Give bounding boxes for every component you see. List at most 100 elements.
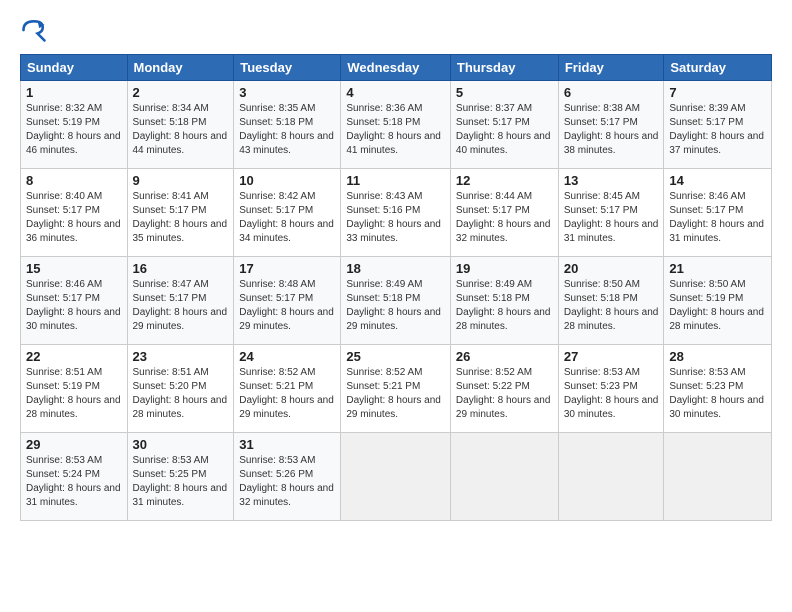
- calendar-cell: 11 Sunrise: 8:43 AMSunset: 5:16 PMDaylig…: [341, 169, 451, 257]
- day-number: 9: [133, 173, 229, 188]
- day-detail: Sunrise: 8:36 AMSunset: 5:18 PMDaylight:…: [346, 103, 441, 156]
- day-number: 21: [669, 261, 766, 276]
- day-number: 20: [564, 261, 659, 276]
- day-detail: Sunrise: 8:52 AMSunset: 5:21 PMDaylight:…: [346, 367, 441, 420]
- calendar-header-row: SundayMondayTuesdayWednesdayThursdayFrid…: [21, 55, 772, 81]
- day-detail: Sunrise: 8:53 AMSunset: 5:26 PMDaylight:…: [239, 455, 334, 508]
- calendar-cell: 16 Sunrise: 8:47 AMSunset: 5:17 PMDaylig…: [127, 257, 234, 345]
- day-number: 18: [346, 261, 445, 276]
- logo: [20, 16, 52, 44]
- day-detail: Sunrise: 8:51 AMSunset: 5:20 PMDaylight:…: [133, 367, 228, 420]
- calendar-cell: 7 Sunrise: 8:39 AMSunset: 5:17 PMDayligh…: [664, 81, 772, 169]
- day-detail: Sunrise: 8:44 AMSunset: 5:17 PMDaylight:…: [456, 191, 551, 244]
- calendar-cell: 15 Sunrise: 8:46 AMSunset: 5:17 PMDaylig…: [21, 257, 128, 345]
- calendar-cell: 10 Sunrise: 8:42 AMSunset: 5:17 PMDaylig…: [234, 169, 341, 257]
- header: [20, 16, 772, 44]
- calendar-header-thursday: Thursday: [450, 55, 558, 81]
- day-detail: Sunrise: 8:52 AMSunset: 5:21 PMDaylight:…: [239, 367, 334, 420]
- calendar-header-monday: Monday: [127, 55, 234, 81]
- calendar-week-4: 22 Sunrise: 8:51 AMSunset: 5:19 PMDaylig…: [21, 345, 772, 433]
- calendar-week-5: 29 Sunrise: 8:53 AMSunset: 5:24 PMDaylig…: [21, 433, 772, 521]
- calendar-header-friday: Friday: [558, 55, 664, 81]
- day-number: 22: [26, 349, 122, 364]
- calendar-cell: 25 Sunrise: 8:52 AMSunset: 5:21 PMDaylig…: [341, 345, 451, 433]
- day-detail: Sunrise: 8:42 AMSunset: 5:17 PMDaylight:…: [239, 191, 334, 244]
- day-number: 10: [239, 173, 335, 188]
- calendar-cell: 12 Sunrise: 8:44 AMSunset: 5:17 PMDaylig…: [450, 169, 558, 257]
- day-number: 25: [346, 349, 445, 364]
- calendar-cell: 20 Sunrise: 8:50 AMSunset: 5:18 PMDaylig…: [558, 257, 664, 345]
- calendar-cell: [341, 433, 451, 521]
- day-detail: Sunrise: 8:40 AMSunset: 5:17 PMDaylight:…: [26, 191, 121, 244]
- calendar-cell: 18 Sunrise: 8:49 AMSunset: 5:18 PMDaylig…: [341, 257, 451, 345]
- calendar-cell: 3 Sunrise: 8:35 AMSunset: 5:18 PMDayligh…: [234, 81, 341, 169]
- day-number: 15: [26, 261, 122, 276]
- day-detail: Sunrise: 8:53 AMSunset: 5:24 PMDaylight:…: [26, 455, 121, 508]
- calendar-cell: 5 Sunrise: 8:37 AMSunset: 5:17 PMDayligh…: [450, 81, 558, 169]
- day-detail: Sunrise: 8:53 AMSunset: 5:25 PMDaylight:…: [133, 455, 228, 508]
- day-number: 2: [133, 85, 229, 100]
- calendar-cell: 1 Sunrise: 8:32 AMSunset: 5:19 PMDayligh…: [21, 81, 128, 169]
- calendar-cell: [664, 433, 772, 521]
- calendar-cell: 31 Sunrise: 8:53 AMSunset: 5:26 PMDaylig…: [234, 433, 341, 521]
- calendar-week-1: 1 Sunrise: 8:32 AMSunset: 5:19 PMDayligh…: [21, 81, 772, 169]
- calendar-cell: 30 Sunrise: 8:53 AMSunset: 5:25 PMDaylig…: [127, 433, 234, 521]
- calendar-cell: 4 Sunrise: 8:36 AMSunset: 5:18 PMDayligh…: [341, 81, 451, 169]
- day-number: 7: [669, 85, 766, 100]
- day-number: 29: [26, 437, 122, 452]
- day-detail: Sunrise: 8:53 AMSunset: 5:23 PMDaylight:…: [669, 367, 764, 420]
- calendar-cell: 24 Sunrise: 8:52 AMSunset: 5:21 PMDaylig…: [234, 345, 341, 433]
- calendar-cell: 8 Sunrise: 8:40 AMSunset: 5:17 PMDayligh…: [21, 169, 128, 257]
- day-detail: Sunrise: 8:46 AMSunset: 5:17 PMDaylight:…: [26, 279, 121, 332]
- calendar-cell: 6 Sunrise: 8:38 AMSunset: 5:17 PMDayligh…: [558, 81, 664, 169]
- day-number: 1: [26, 85, 122, 100]
- calendar-cell: 23 Sunrise: 8:51 AMSunset: 5:20 PMDaylig…: [127, 345, 234, 433]
- day-number: 5: [456, 85, 553, 100]
- calendar-week-2: 8 Sunrise: 8:40 AMSunset: 5:17 PMDayligh…: [21, 169, 772, 257]
- day-detail: Sunrise: 8:51 AMSunset: 5:19 PMDaylight:…: [26, 367, 121, 420]
- calendar-cell: 13 Sunrise: 8:45 AMSunset: 5:17 PMDaylig…: [558, 169, 664, 257]
- day-detail: Sunrise: 8:41 AMSunset: 5:17 PMDaylight:…: [133, 191, 228, 244]
- calendar-cell: 29 Sunrise: 8:53 AMSunset: 5:24 PMDaylig…: [21, 433, 128, 521]
- day-detail: Sunrise: 8:52 AMSunset: 5:22 PMDaylight:…: [456, 367, 551, 420]
- calendar-cell: 2 Sunrise: 8:34 AMSunset: 5:18 PMDayligh…: [127, 81, 234, 169]
- day-detail: Sunrise: 8:50 AMSunset: 5:18 PMDaylight:…: [564, 279, 659, 332]
- calendar-header-wednesday: Wednesday: [341, 55, 451, 81]
- day-detail: Sunrise: 8:32 AMSunset: 5:19 PMDaylight:…: [26, 103, 121, 156]
- day-number: 26: [456, 349, 553, 364]
- day-number: 4: [346, 85, 445, 100]
- day-number: 6: [564, 85, 659, 100]
- day-number: 23: [133, 349, 229, 364]
- day-detail: Sunrise: 8:39 AMSunset: 5:17 PMDaylight:…: [669, 103, 764, 156]
- day-detail: Sunrise: 8:34 AMSunset: 5:18 PMDaylight:…: [133, 103, 228, 156]
- day-detail: Sunrise: 8:48 AMSunset: 5:17 PMDaylight:…: [239, 279, 334, 332]
- day-detail: Sunrise: 8:38 AMSunset: 5:17 PMDaylight:…: [564, 103, 659, 156]
- day-detail: Sunrise: 8:35 AMSunset: 5:18 PMDaylight:…: [239, 103, 334, 156]
- day-detail: Sunrise: 8:46 AMSunset: 5:17 PMDaylight:…: [669, 191, 764, 244]
- day-number: 28: [669, 349, 766, 364]
- day-number: 13: [564, 173, 659, 188]
- calendar-cell: 28 Sunrise: 8:53 AMSunset: 5:23 PMDaylig…: [664, 345, 772, 433]
- day-detail: Sunrise: 8:47 AMSunset: 5:17 PMDaylight:…: [133, 279, 228, 332]
- day-detail: Sunrise: 8:53 AMSunset: 5:23 PMDaylight:…: [564, 367, 659, 420]
- calendar-table: SundayMondayTuesdayWednesdayThursdayFrid…: [20, 54, 772, 521]
- day-number: 24: [239, 349, 335, 364]
- day-detail: Sunrise: 8:43 AMSunset: 5:16 PMDaylight:…: [346, 191, 441, 244]
- day-number: 11: [346, 173, 445, 188]
- calendar-cell: 26 Sunrise: 8:52 AMSunset: 5:22 PMDaylig…: [450, 345, 558, 433]
- day-detail: Sunrise: 8:37 AMSunset: 5:17 PMDaylight:…: [456, 103, 551, 156]
- day-detail: Sunrise: 8:49 AMSunset: 5:18 PMDaylight:…: [456, 279, 551, 332]
- day-number: 14: [669, 173, 766, 188]
- calendar-header-sunday: Sunday: [21, 55, 128, 81]
- page: SundayMondayTuesdayWednesdayThursdayFrid…: [0, 0, 792, 612]
- day-detail: Sunrise: 8:49 AMSunset: 5:18 PMDaylight:…: [346, 279, 441, 332]
- calendar-cell: 27 Sunrise: 8:53 AMSunset: 5:23 PMDaylig…: [558, 345, 664, 433]
- day-number: 12: [456, 173, 553, 188]
- calendar-header-saturday: Saturday: [664, 55, 772, 81]
- day-number: 30: [133, 437, 229, 452]
- day-number: 8: [26, 173, 122, 188]
- calendar-week-3: 15 Sunrise: 8:46 AMSunset: 5:17 PMDaylig…: [21, 257, 772, 345]
- calendar-cell: [558, 433, 664, 521]
- calendar-cell: 19 Sunrise: 8:49 AMSunset: 5:18 PMDaylig…: [450, 257, 558, 345]
- calendar-cell: [450, 433, 558, 521]
